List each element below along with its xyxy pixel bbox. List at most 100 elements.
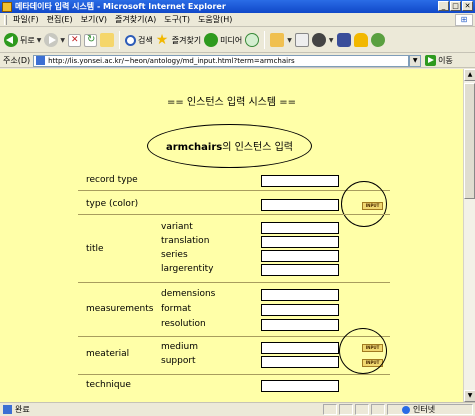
label-format: format (161, 304, 192, 314)
label-resolution: resolution (161, 319, 206, 329)
back-button[interactable]: 뒤로 ▼ (4, 33, 41, 47)
label-support: support (161, 356, 196, 366)
status-text: 완료 (15, 405, 30, 414)
menu-edit[interactable]: 편집(E) (43, 14, 77, 25)
mail-dropdown-icon[interactable]: ▼ (287, 37, 292, 44)
close-button[interactable]: ✕ (462, 1, 473, 11)
edit-dropdown-icon[interactable]: ▼ (329, 37, 334, 44)
largerentity-input[interactable] (261, 264, 339, 276)
refresh-icon[interactable] (83, 33, 97, 47)
variant-input[interactable] (261, 222, 339, 234)
series-input[interactable] (261, 250, 339, 262)
back-label: 뒤로 (20, 35, 35, 45)
status-panes (323, 404, 385, 415)
search-icon (124, 34, 136, 46)
translation-input[interactable] (261, 236, 339, 248)
address-url: http://lis.yonsei.ac.kr/~heon/antology/m… (48, 56, 295, 65)
address-input[interactable]: http://lis.yonsei.ac.kr/~heon/antology/m… (33, 54, 410, 67)
label-largerentity: largerentity (161, 264, 214, 274)
annotation-circle (341, 181, 387, 227)
forward-button[interactable]: ▼ (44, 33, 65, 47)
support-input[interactable] (261, 356, 339, 368)
annotation-circle (339, 328, 387, 374)
people-icon[interactable] (353, 33, 368, 47)
stop-icon[interactable] (67, 33, 81, 47)
entity-title: armchairs의 인스턴스 입력 (147, 138, 312, 153)
favorites-star-icon (156, 33, 170, 47)
demensions-input[interactable] (261, 289, 339, 301)
status-pane (355, 404, 369, 415)
menubar-grip (4, 14, 7, 25)
go-arrow-icon (425, 55, 437, 66)
edit-icon[interactable] (311, 33, 326, 47)
address-label: 주소(D) (3, 56, 31, 65)
label-medium: medium (161, 342, 198, 352)
statusbar: 완료 인터넷 (0, 402, 475, 416)
page-heading: == 인스턴스 입력 시스템 == (166, 97, 297, 108)
row-divider (78, 282, 390, 283)
go-label: 이동 (438, 56, 453, 65)
home-icon[interactable] (99, 33, 114, 47)
label-technique: technique (86, 380, 131, 390)
label-material: meaterial (86, 349, 130, 359)
label-series: series (161, 250, 188, 260)
scroll-up-icon[interactable]: ▲ (464, 69, 475, 81)
entity-suffix: 의 인스턴스 입력 (222, 142, 293, 153)
forward-arrow-icon (44, 33, 59, 47)
vertical-scrollbar[interactable]: ▲ ▼ (463, 69, 475, 402)
toolbar-separator (264, 31, 266, 49)
status-pane (323, 404, 337, 415)
label-translation: translation (161, 236, 210, 246)
print-icon[interactable] (294, 33, 309, 47)
label-demensions: demensions (161, 289, 216, 299)
menu-view[interactable]: 보기(V) (77, 14, 111, 25)
entity-term: armchairs (166, 142, 223, 153)
media-button[interactable]: 미디어 (204, 33, 242, 47)
security-zone: 인터넷 (387, 404, 473, 415)
toolbar: 뒤로 ▼ ▼ 검색 즐겨찾기 미디어 ▼ ▼ (0, 28, 475, 53)
zone-label: 인터넷 (413, 405, 436, 414)
page-done-icon (3, 405, 12, 414)
favorites-button[interactable]: 즐겨찾기 (156, 33, 201, 47)
medium-input[interactable] (261, 342, 339, 354)
row-divider (78, 374, 390, 375)
page-viewport: == 인스턴스 입력 시스템 == armchairs의 인스턴스 입력 rec… (0, 69, 463, 402)
mail-icon[interactable] (270, 33, 285, 47)
back-dropdown-icon[interactable]: ▼ (37, 37, 42, 44)
resolution-input[interactable] (261, 319, 339, 331)
page-icon (36, 56, 46, 65)
technique-input[interactable] (261, 380, 339, 392)
label-title: title (86, 244, 104, 254)
windows-logo-icon: ⊞ (455, 14, 473, 26)
media-icon (204, 33, 219, 47)
scroll-down-icon[interactable]: ▼ (464, 390, 475, 402)
menu-favorites[interactable]: 즐겨찾기(A) (111, 14, 160, 25)
type-color-input[interactable] (261, 199, 339, 211)
forward-dropdown-icon[interactable]: ▼ (60, 37, 65, 44)
record-type-input[interactable] (261, 175, 339, 187)
menu-help[interactable]: 도움말(H) (194, 14, 236, 25)
window-titlebar: 메타데이타 입력 시스템 - Microsoft Internet Explor… (0, 0, 475, 13)
search-button[interactable]: 검색 (124, 34, 153, 46)
row-divider (78, 214, 390, 215)
status-pane (371, 404, 385, 415)
go-button[interactable]: 이동 (425, 55, 453, 66)
search-label: 검색 (137, 35, 153, 45)
ie-icon (2, 1, 12, 12)
media-label: 미디어 (220, 35, 243, 45)
label-record-type: record type (86, 175, 138, 185)
extension-icon[interactable] (370, 33, 385, 47)
minimize-button[interactable]: _ (438, 1, 449, 11)
scroll-thumb[interactable] (464, 83, 475, 199)
favorites-label: 즐겨찾기 (171, 35, 202, 45)
address-bar: 주소(D) http://lis.yonsei.ac.kr/~heon/anto… (0, 54, 475, 68)
address-dropdown-icon[interactable]: ▼ (409, 54, 422, 67)
format-input[interactable] (261, 304, 339, 316)
history-icon[interactable] (245, 33, 260, 47)
menubar: 파일(F) 편집(E) 보기(V) 즐겨찾기(A) 도구(T) 도움말(H) ⊞ (0, 13, 475, 27)
messenger-icon[interactable] (336, 33, 351, 47)
menu-file[interactable]: 파일(F) (9, 14, 43, 25)
maximize-button[interactable]: □ (450, 1, 461, 11)
menu-tools[interactable]: 도구(T) (160, 14, 194, 25)
label-measurements: measurements (86, 304, 154, 314)
